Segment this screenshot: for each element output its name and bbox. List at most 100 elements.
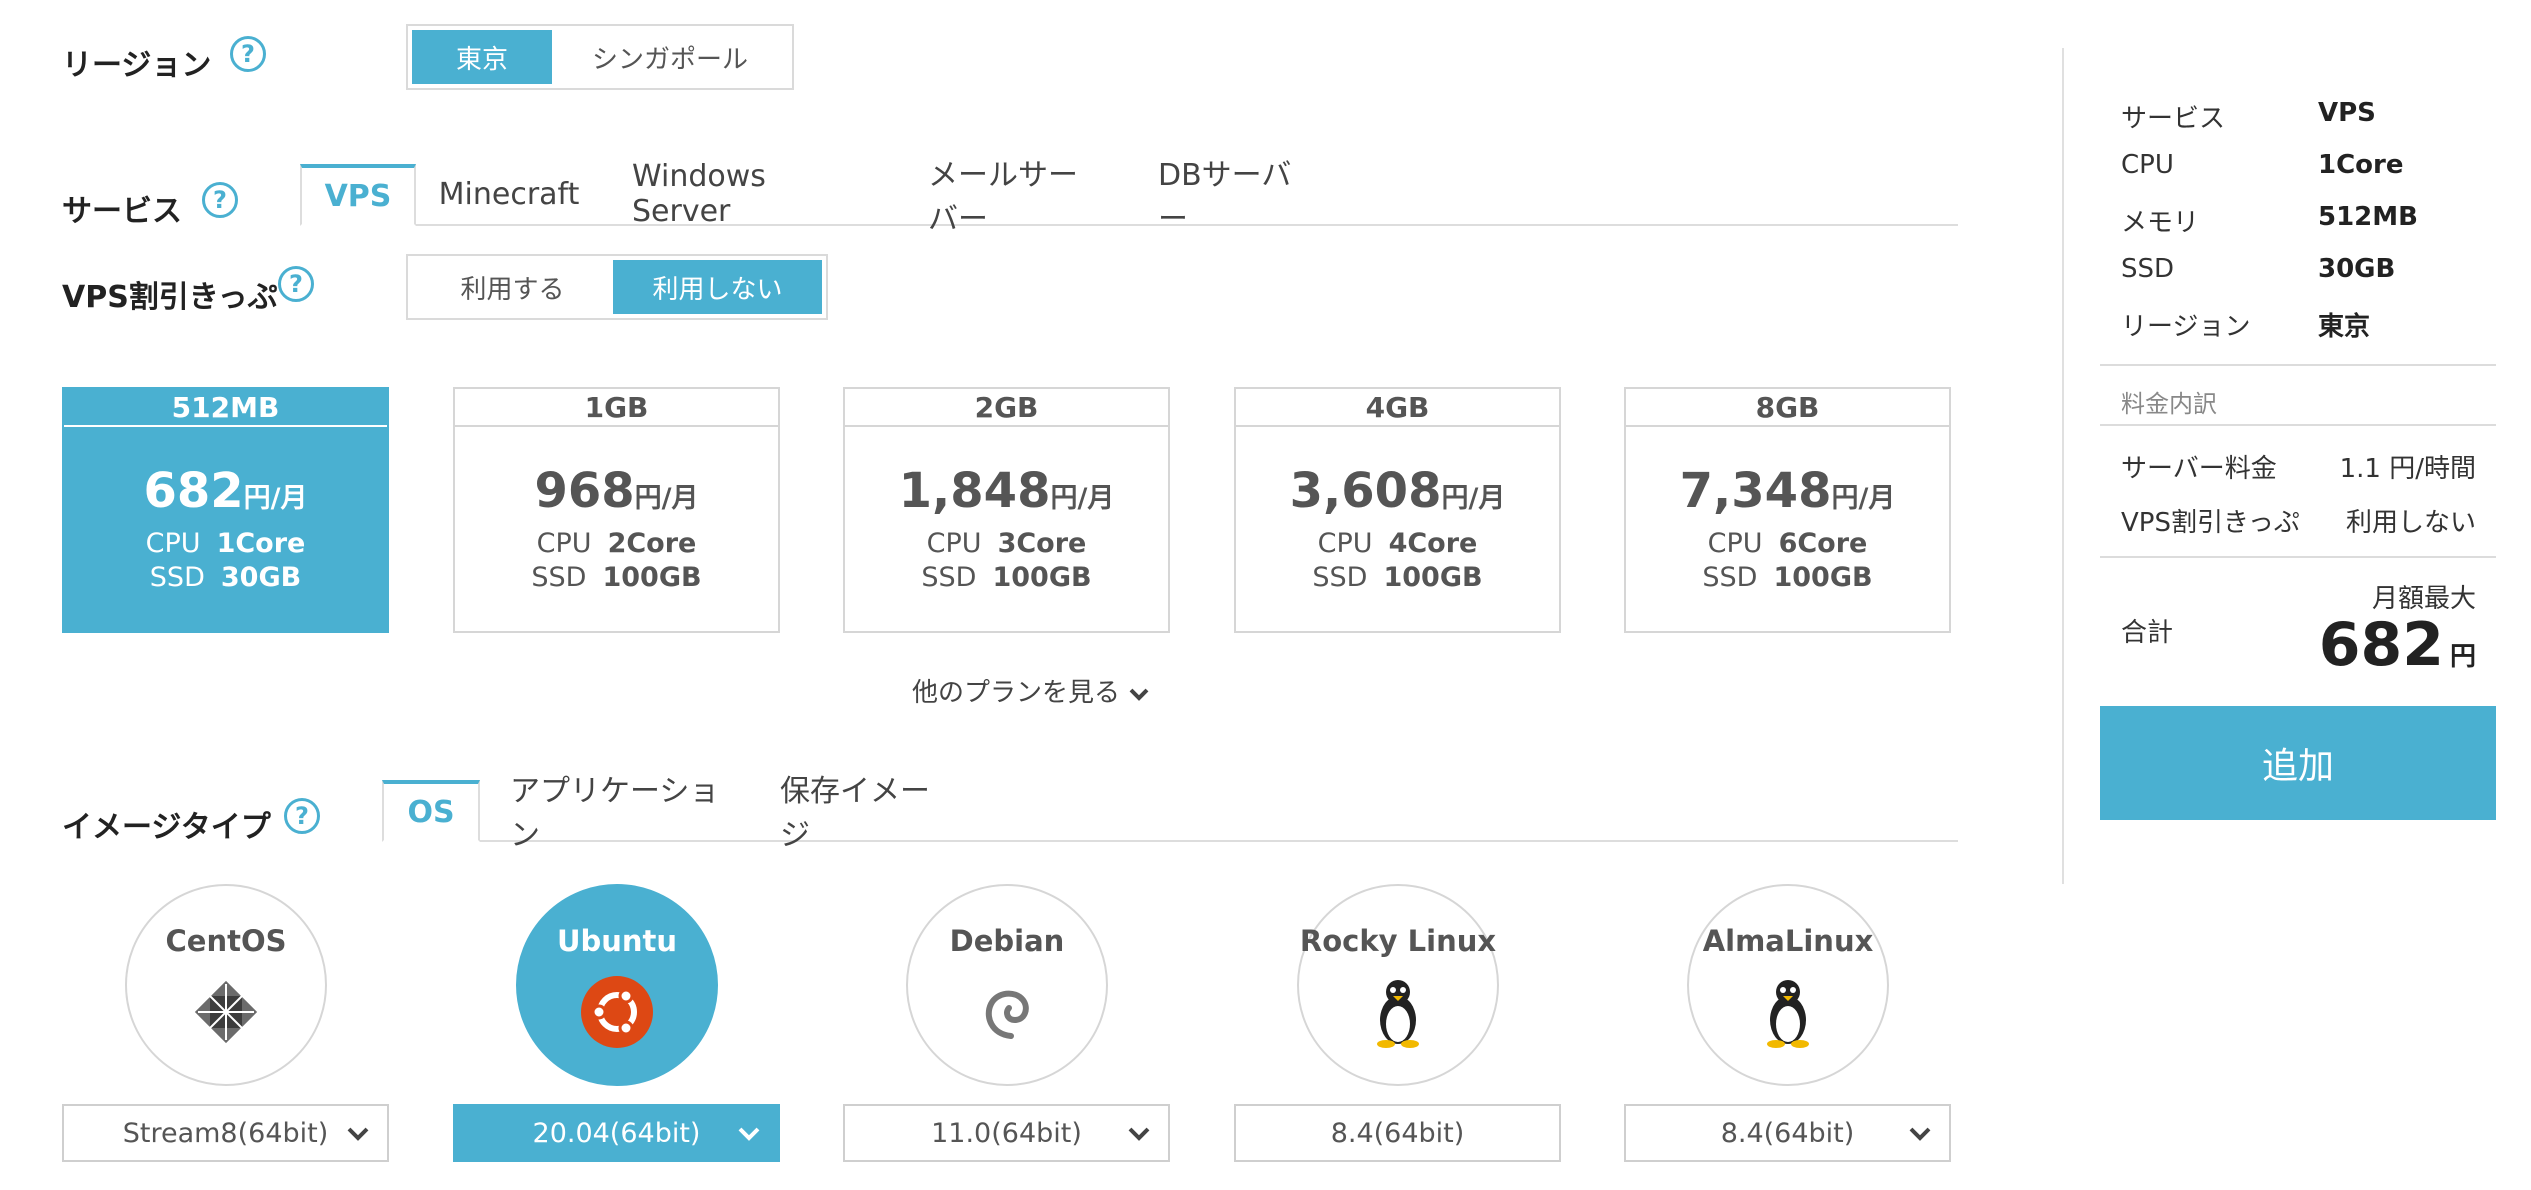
os-version-value: 8.4(64bit) <box>1720 1117 1855 1149</box>
plan-name: 1GB <box>455 389 778 427</box>
os-option-almalinux[interactable]: AlmaLinux <box>1687 884 1889 1086</box>
os-name: AlmaLinux <box>1702 924 1874 958</box>
tab-mail-server[interactable]: メールサーバー <box>898 158 1128 237</box>
chevron-down-icon <box>738 1127 760 1141</box>
fee-value-discount: 利用しない <box>2345 508 2476 538</box>
plan-price: 968円/月 <box>534 463 699 519</box>
tux-icon <box>1377 980 1419 1048</box>
os-version-rocky-linux: 8.4(64bit) <box>1234 1104 1561 1162</box>
image-type-label: イメージタイプ <box>62 810 271 845</box>
more-plans-label: 他のプランを見る <box>912 678 1121 708</box>
summary-value-ssd: 30GB <box>2318 254 2396 284</box>
summary-value-memory: 512MB <box>2318 202 2418 232</box>
discount-option-no-use[interactable]: 利用しない <box>613 260 822 314</box>
plan-price: 682円/月 <box>143 463 308 519</box>
total-amount: 682 円 <box>2250 610 2476 680</box>
add-button[interactable]: 追加 <box>2100 706 2496 820</box>
plan-price: 1,848円/月 <box>898 463 1115 519</box>
fee-label-server: サーバー料金 <box>2121 454 2277 484</box>
tab-windows-server[interactable]: Windows Server <box>602 159 898 229</box>
os-name: Ubuntu <box>556 924 678 958</box>
fee-label-discount: VPS割引きっぷ <box>2121 508 2300 538</box>
plan-ssd: SSD 100GB <box>1702 562 1873 593</box>
plan-name: 4GB <box>1236 389 1559 427</box>
region-option-singapore[interactable]: シンガポール <box>552 30 788 84</box>
service-tabs: VPS Minecraft Windows Server メールサーバー DBサ… <box>300 158 1958 237</box>
plan-cpu: CPU 6Core <box>1707 528 1868 559</box>
plan-ssd: SSD 30GB <box>149 562 302 593</box>
region-option-tokyo[interactable]: 東京 <box>412 30 552 84</box>
chevron-down-icon <box>1128 1127 1150 1141</box>
region-label: リージョン <box>62 48 212 83</box>
os-option-debian[interactable]: Debian <box>906 884 1108 1086</box>
os-version-value: 20.04(64bit) <box>532 1117 701 1149</box>
summary-value-cpu: 1Core <box>2318 150 2404 180</box>
summary-label-region: リージョン <box>2121 312 2251 342</box>
tux-icon <box>1767 980 1809 1048</box>
region-help-icon[interactable]: ? <box>230 36 266 72</box>
summary-value-region: 東京 <box>2318 312 2371 342</box>
chevron-down-icon <box>1909 1127 1931 1141</box>
plan-name: 512MB <box>64 389 387 427</box>
plan-card-1gb[interactable]: 1GB 968円/月 CPU 2Core SSD 100GB <box>453 387 780 633</box>
os-version-select-debian[interactable]: 11.0(64bit) <box>843 1104 1170 1162</box>
plan-cpu: CPU 2Core <box>536 528 697 559</box>
tab-os[interactable]: OS <box>382 780 480 842</box>
discount-help-icon[interactable]: ? <box>278 266 314 302</box>
tab-minecraft[interactable]: Minecraft <box>416 164 602 226</box>
plan-name: 2GB <box>845 389 1168 427</box>
plan-card-8gb[interactable]: 8GB 7,348円/月 CPU 6Core SSD 100GB <box>1624 387 1951 633</box>
plan-cpu: CPU 1Core <box>145 528 306 559</box>
os-version-select-centos[interactable]: Stream8(64bit) <box>62 1104 389 1162</box>
os-version-select-ubuntu[interactable]: 20.04(64bit) <box>453 1104 780 1162</box>
discount-toggle: 利用する 利用しない <box>406 254 828 320</box>
os-option-centos[interactable]: CentOS <box>125 884 327 1086</box>
tab-application[interactable]: アプリケーション <box>480 774 750 853</box>
tab-saved-image[interactable]: 保存イメージ <box>750 774 970 853</box>
chevron-down-icon <box>347 1127 369 1141</box>
service-help-icon[interactable]: ? <box>202 182 238 218</box>
plan-ssd: SSD 100GB <box>1312 562 1483 593</box>
debian-icon <box>985 990 1029 1039</box>
image-type-help-icon[interactable]: ? <box>284 798 320 834</box>
os-name: CentOS <box>165 924 287 958</box>
summary-label-memory: メモリ <box>2121 208 2200 238</box>
service-label: サービス <box>62 194 182 229</box>
plan-price: 3,608円/月 <box>1289 463 1506 519</box>
plan-name: 8GB <box>1626 389 1949 427</box>
plan-card-2gb[interactable]: 2GB 1,848円/月 CPU 3Core SSD 100GB <box>843 387 1170 633</box>
region-toggle: 東京 シンガポール <box>406 24 794 90</box>
os-name: Rocky Linux <box>1299 924 1497 958</box>
total-value: 682 <box>2318 610 2444 680</box>
plan-ssd: SSD 100GB <box>531 562 702 593</box>
centos-icon <box>194 980 258 1044</box>
plan-cpu: CPU 4Core <box>1317 528 1478 559</box>
image-type-tabs: OS アプリケーション 保存イメージ <box>382 774 1958 853</box>
sidebar-divider <box>2062 48 2064 884</box>
breakdown-divider <box>2100 424 2496 426</box>
total-divider <box>2100 556 2496 558</box>
fee-value-server: 1.1 円/時間 <box>2339 454 2476 484</box>
os-name: Debian <box>949 924 1065 958</box>
summary-label-service: サービス <box>2121 104 2226 134</box>
os-version-value: Stream8(64bit) <box>122 1117 329 1149</box>
tab-db-server[interactable]: DBサーバー <box>1128 158 1328 237</box>
os-version-value: 8.4(64bit) <box>1330 1117 1465 1149</box>
os-version-select-almalinux[interactable]: 8.4(64bit) <box>1624 1104 1951 1162</box>
summary-value-service: VPS <box>2318 98 2376 128</box>
plan-ssd: SSD 100GB <box>921 562 1092 593</box>
os-option-rocky-linux[interactable]: Rocky Linux <box>1297 884 1499 1086</box>
plan-card-512mb[interactable]: 512MB 682円/月 CPU 1Core SSD 30GB <box>62 387 389 633</box>
os-option-ubuntu[interactable]: Ubuntu <box>516 884 718 1086</box>
discount-option-use[interactable]: 利用する <box>412 260 613 314</box>
tab-vps[interactable]: VPS <box>300 164 416 226</box>
plan-price: 7,348円/月 <box>1679 463 1896 519</box>
discount-label: VPS割引きっぷ <box>62 280 278 315</box>
total-unit: 円 <box>2449 642 2476 672</box>
breakdown-label: 料金内訳 <box>2121 390 2217 418</box>
plan-card-4gb[interactable]: 4GB 3,608円/月 CPU 4Core SSD 100GB <box>1234 387 1561 633</box>
summary-label-ssd: SSD <box>2121 254 2175 284</box>
os-version-value: 11.0(64bit) <box>931 1117 1082 1149</box>
more-plans-link[interactable]: 他のプランを見る <box>912 672 1152 709</box>
total-label: 合計 <box>2121 618 2174 648</box>
